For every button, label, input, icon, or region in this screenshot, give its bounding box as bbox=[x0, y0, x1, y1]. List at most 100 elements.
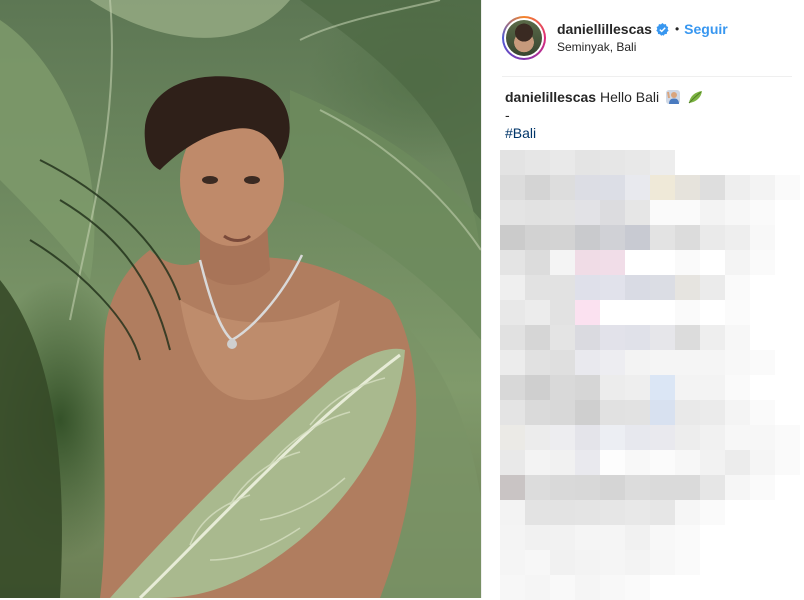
pixel-block bbox=[625, 150, 650, 175]
pixel-block bbox=[675, 275, 700, 300]
pixel-block bbox=[675, 500, 700, 525]
pixel-block bbox=[725, 375, 750, 400]
pixel-block bbox=[500, 400, 525, 425]
pixel-block bbox=[625, 225, 650, 250]
person-raising-hand-emoji-icon bbox=[665, 89, 681, 105]
header-text: daniellillescas • Seguir Seminyak, Bali bbox=[557, 20, 728, 56]
pixel-block bbox=[775, 250, 800, 275]
pixel-block bbox=[700, 225, 725, 250]
pixel-block bbox=[600, 425, 625, 450]
pixel-block bbox=[550, 150, 575, 175]
pixel-block bbox=[725, 150, 750, 175]
avatar-story-ring[interactable] bbox=[502, 16, 546, 60]
pixel-block bbox=[700, 275, 725, 300]
pixel-block bbox=[525, 450, 550, 475]
pixel-block bbox=[500, 325, 525, 350]
pixel-block bbox=[550, 575, 575, 600]
pixel-block bbox=[600, 375, 625, 400]
pixel-block bbox=[650, 250, 675, 275]
pixel-block bbox=[625, 325, 650, 350]
pixel-block bbox=[575, 175, 600, 200]
pixel-block bbox=[525, 200, 550, 225]
pixel-block bbox=[550, 375, 575, 400]
pixel-block bbox=[650, 175, 675, 200]
pixel-block bbox=[525, 400, 550, 425]
pixel-block bbox=[575, 550, 600, 575]
pixel-block bbox=[625, 425, 650, 450]
pixel-block bbox=[500, 525, 525, 550]
pixel-block bbox=[500, 225, 525, 250]
pixel-block bbox=[700, 525, 725, 550]
pixel-block bbox=[650, 150, 675, 175]
pixel-block bbox=[525, 350, 550, 375]
pixel-block bbox=[575, 375, 600, 400]
pixel-block bbox=[550, 450, 575, 475]
pixel-block bbox=[675, 550, 700, 575]
pixel-block bbox=[575, 475, 600, 500]
pixel-block bbox=[575, 300, 600, 325]
pixel-block bbox=[700, 475, 725, 500]
pixel-block bbox=[725, 350, 750, 375]
caption-username-link[interactable]: danielillescas bbox=[505, 89, 596, 105]
pixel-block bbox=[675, 250, 700, 275]
post-header: daniellillescas • Seguir Seminyak, Bali bbox=[502, 14, 792, 62]
pixel-block bbox=[650, 275, 675, 300]
pixel-block bbox=[650, 500, 675, 525]
post-photo-illustration bbox=[0, 0, 481, 598]
pixel-block bbox=[725, 575, 750, 600]
pixel-block bbox=[725, 450, 750, 475]
pixel-block bbox=[775, 550, 800, 575]
username-link[interactable]: daniellillescas bbox=[557, 20, 652, 38]
post-photo[interactable] bbox=[0, 0, 481, 598]
pixel-block bbox=[700, 250, 725, 275]
pixel-block bbox=[725, 425, 750, 450]
pixel-block bbox=[550, 300, 575, 325]
pixel-block bbox=[675, 325, 700, 350]
pixel-block bbox=[625, 400, 650, 425]
pixel-block bbox=[575, 200, 600, 225]
caption-line: danielillescas Hello Bali bbox=[505, 88, 795, 106]
pixel-block bbox=[525, 375, 550, 400]
pixel-block bbox=[500, 350, 525, 375]
pixel-block bbox=[700, 175, 725, 200]
pixel-block bbox=[550, 525, 575, 550]
pixel-block bbox=[500, 300, 525, 325]
pixel-block bbox=[575, 525, 600, 550]
pixel-block bbox=[525, 425, 550, 450]
pixel-block bbox=[600, 325, 625, 350]
pixel-block bbox=[625, 500, 650, 525]
pixel-block bbox=[775, 275, 800, 300]
pixel-block bbox=[650, 575, 675, 600]
pixel-block bbox=[675, 225, 700, 250]
pixel-block bbox=[575, 350, 600, 375]
pixel-block bbox=[775, 200, 800, 225]
follow-button[interactable]: Seguir bbox=[684, 20, 728, 38]
pixel-block bbox=[650, 525, 675, 550]
pixel-block bbox=[575, 425, 600, 450]
pixel-block bbox=[675, 375, 700, 400]
pixel-block bbox=[675, 150, 700, 175]
location-link[interactable]: Seminyak, Bali bbox=[557, 38, 728, 56]
pixel-block bbox=[550, 225, 575, 250]
pixel-block bbox=[575, 250, 600, 275]
pixel-block bbox=[725, 200, 750, 225]
pixel-block bbox=[525, 475, 550, 500]
pixel-block bbox=[650, 375, 675, 400]
pixel-block bbox=[700, 300, 725, 325]
pixel-block bbox=[600, 450, 625, 475]
pixel-block bbox=[650, 475, 675, 500]
pixel-block bbox=[775, 425, 800, 450]
pixel-block bbox=[675, 200, 700, 225]
avatar bbox=[506, 20, 542, 56]
pixel-block bbox=[750, 200, 775, 225]
pixel-block bbox=[650, 200, 675, 225]
pixel-block bbox=[650, 225, 675, 250]
pixelated-comments bbox=[500, 150, 804, 600]
pixel-block bbox=[650, 425, 675, 450]
hashtag-link[interactable]: #Bali bbox=[505, 124, 795, 142]
pixel-block bbox=[600, 525, 625, 550]
pixel-block bbox=[750, 225, 775, 250]
pixel-block bbox=[500, 175, 525, 200]
pixel-block bbox=[675, 450, 700, 475]
pixel-block bbox=[600, 275, 625, 300]
